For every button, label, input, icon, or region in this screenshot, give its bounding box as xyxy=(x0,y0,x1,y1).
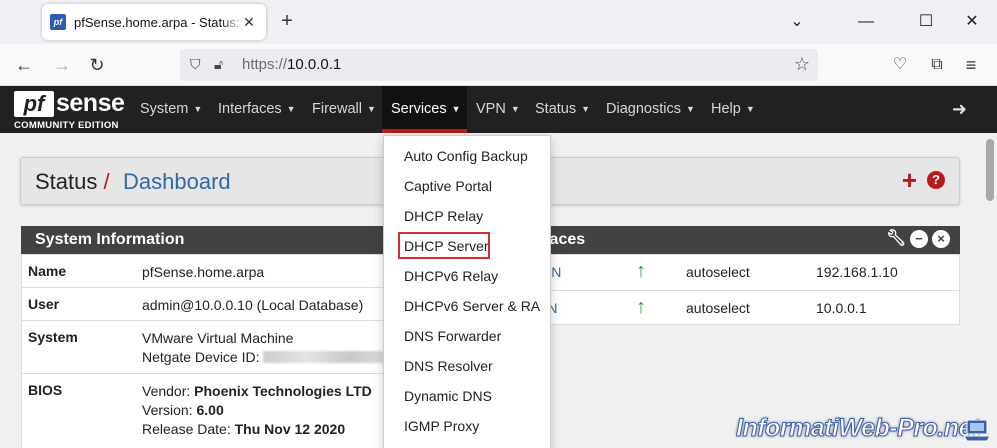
caret-down-icon: ▼ xyxy=(286,104,296,114)
menu-item-auto-config-backup[interactable]: Auto Config Backup xyxy=(384,141,550,171)
extensions-icon[interactable]: ⧉ xyxy=(925,53,949,77)
panel-tools: 🔧︎ − × xyxy=(886,230,950,248)
table-row: System VMware Virtual Machine Netgate Dev… xyxy=(22,320,394,373)
pfsense-favicon-icon: pf xyxy=(50,14,66,30)
interfaces-header: rfaces 🔧︎ − × xyxy=(538,226,960,254)
arrow-up-icon: ↑ xyxy=(636,260,646,282)
nav-system[interactable]: System ▼ xyxy=(131,86,211,133)
table-row: Name pfSense.home.arpa xyxy=(28,263,265,280)
system-info-header: System Information xyxy=(21,226,383,254)
wrench-icon[interactable]: 🔧︎ xyxy=(886,230,906,248)
caret-down-icon: ▼ xyxy=(451,104,461,114)
lock-icon[interactable]: 🔓︎ xyxy=(214,56,223,73)
breadcrumb-section: Status / xyxy=(35,169,110,194)
minimize-icon[interactable]: — xyxy=(856,12,876,32)
close-tab-icon[interactable]: ✕ xyxy=(240,13,258,31)
reload-icon[interactable]: ↻ xyxy=(85,53,109,77)
nav-interfaces[interactable]: Interfaces ▼ xyxy=(209,86,305,133)
add-widget-icon[interactable]: + xyxy=(902,167,917,193)
url-text[interactable]: https://10.0.0.1 xyxy=(242,56,341,73)
new-tab-icon[interactable]: + xyxy=(276,10,298,32)
pfsense-navbar: pf sense COMMUNITY EDITION System ▼ Inter… xyxy=(0,86,997,133)
table-row: BIOS Vendor: Phoenix Technologies LTD Ve… xyxy=(22,373,384,448)
list-tabs-icon[interactable]: ⌄ xyxy=(787,12,807,32)
close-window-icon[interactable]: ✕ xyxy=(962,12,982,32)
minimize-panel-icon[interactable]: − xyxy=(910,230,928,248)
watermark: InformatiWeb-Pro.net xyxy=(736,414,981,443)
caret-down-icon: ▼ xyxy=(366,104,376,114)
table-row: AN ↑ autoselect 10.0.0.1 xyxy=(538,290,960,326)
system-info-panel: Name pfSense.home.arpa User admin@10.0.0… xyxy=(21,254,394,448)
pfsense-logo[interactable]: pf sense COMMUNITY EDITION xyxy=(14,89,125,131)
breadcrumb-page-link[interactable]: Dashboard xyxy=(123,169,231,195)
logout-icon[interactable]: ➜ xyxy=(952,99,967,120)
browser-tab[interactable]: pf pfSense.home.arpa - Status: Dashboard… xyxy=(42,4,266,40)
nav-vpn[interactable]: VPN ▼ xyxy=(467,86,529,133)
table-row: /AN ↑ autoselect 192.168.1.10 xyxy=(538,255,960,291)
menu-item-dhcpv6-relay[interactable]: DHCPv6 Relay xyxy=(384,261,550,291)
tab-title: pfSense.home.arpa - Status: Dashboard xyxy=(74,14,246,30)
caret-down-icon: ▼ xyxy=(745,104,755,114)
menu-item-dynamic-dns[interactable]: Dynamic DNS xyxy=(384,381,550,411)
nav-firewall[interactable]: Firewall ▼ xyxy=(303,86,385,133)
help-icon[interactable]: ? xyxy=(927,171,945,189)
browser-nav-bar: ← → ↻ ⛉ 🔓︎ https://10.0.0.1 ☆ ♡ ⧉ ≡ xyxy=(0,44,997,86)
maximize-icon[interactable]: ☐ xyxy=(916,12,936,32)
nav-diagnostics[interactable]: Diagnostics ▼ xyxy=(597,86,704,133)
menu-icon[interactable]: ≡ xyxy=(959,53,983,77)
nav-help[interactable]: Help ▼ xyxy=(702,86,764,133)
menu-item-dns-resolver[interactable]: DNS Resolver xyxy=(384,351,550,381)
menu-item-dhcp-relay[interactable]: DHCP Relay xyxy=(384,201,550,231)
back-icon[interactable]: ← xyxy=(12,53,36,77)
pocket-icon[interactable]: ♡ xyxy=(888,53,912,77)
arrow-up-icon: ↑ xyxy=(636,296,646,318)
menu-item-dns-forwarder[interactable]: DNS Forwarder xyxy=(384,321,550,351)
nav-services[interactable]: Services ▼ xyxy=(382,86,467,133)
scrollbar-thumb[interactable] xyxy=(986,139,994,201)
redacted-device-id xyxy=(263,351,394,363)
star-icon[interactable]: ☆ xyxy=(794,54,810,75)
nav-status[interactable]: Status ▼ xyxy=(526,86,599,133)
page-scrollbar[interactable] xyxy=(983,133,997,448)
interfaces-panel: /AN ↑ autoselect 192.168.1.10 AN ↑ autos… xyxy=(538,254,960,325)
services-dropdown-menu: Auto Config Backup Captive Portal DHCP R… xyxy=(383,135,551,448)
laptop-icon xyxy=(963,419,991,442)
caret-down-icon: ▼ xyxy=(581,104,591,114)
shield-icon[interactable]: ⛉ xyxy=(190,56,201,73)
menu-item-dhcp-server[interactable]: DHCP Server xyxy=(384,231,550,261)
menu-item-igmp-proxy[interactable]: IGMP Proxy xyxy=(384,411,550,441)
caret-down-icon: ▼ xyxy=(685,104,695,114)
close-panel-icon[interactable]: × xyxy=(932,230,950,248)
table-row: User admin@10.0.0.10 (Local Database) xyxy=(22,287,384,320)
browser-tab-bar: pf pfSense.home.arpa - Status: Dashboard… xyxy=(0,0,997,44)
menu-item-dhcpv6-server-ra[interactable]: DHCPv6 Server & RA xyxy=(384,291,550,321)
caret-down-icon: ▼ xyxy=(510,104,520,114)
url-bar[interactable]: ⛉ 🔓︎ https://10.0.0.1 ☆ xyxy=(180,49,818,81)
caret-down-icon: ▼ xyxy=(193,104,203,114)
menu-item-captive-portal[interactable]: Captive Portal xyxy=(384,171,550,201)
forward-icon[interactable]: → xyxy=(50,53,74,77)
